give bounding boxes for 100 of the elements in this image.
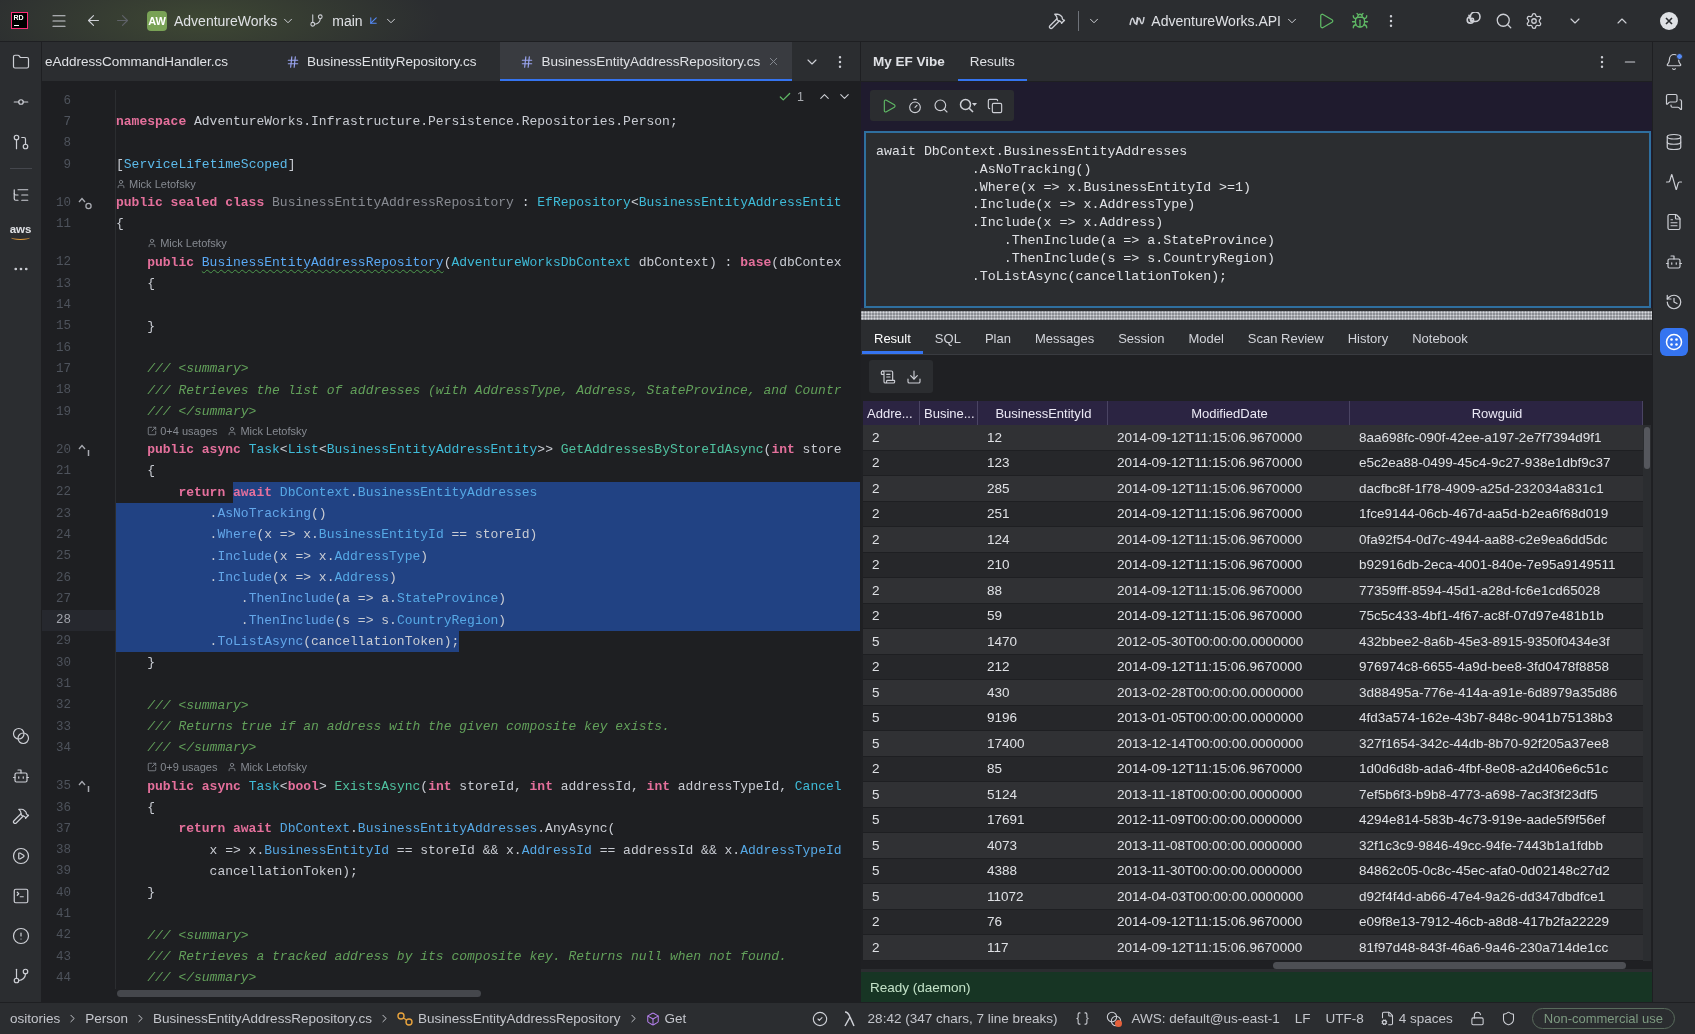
hammer-icon[interactable] xyxy=(1048,11,1067,30)
encoding[interactable]: UTF-8 xyxy=(1325,1011,1364,1026)
editor-tab[interactable]: BusinessEntityAddressRepository.cs xyxy=(500,42,793,81)
settings-icon[interactable] xyxy=(1525,11,1543,30)
table-cell-text: 2014-09-12T11:15:06.9670000 xyxy=(1116,581,1304,600)
robot-icon[interactable] xyxy=(11,767,30,785)
robot-icon[interactable] xyxy=(1665,253,1683,271)
branch-selector[interactable]: main xyxy=(332,12,363,29)
horizontal-scrollbar[interactable] xyxy=(1273,961,1626,969)
folder-icon[interactable] xyxy=(11,53,30,71)
play-circle-icon[interactable] xyxy=(11,847,30,865)
wave-icon[interactable] xyxy=(1129,15,1146,26)
shield-icon[interactable] xyxy=(1500,1011,1516,1026)
line-number: 31 xyxy=(55,677,71,692)
caret-bar-icon[interactable] xyxy=(78,779,92,794)
file-gear-icon[interactable] xyxy=(1379,1011,1395,1026)
result-tab[interactable]: Session xyxy=(1106,323,1177,354)
person-icon xyxy=(227,762,238,773)
result-tab[interactable]: History xyxy=(1335,323,1401,354)
author-hint[interactable]: Mick Letofsky xyxy=(240,424,308,437)
result-tab[interactable]: Result xyxy=(862,323,923,354)
search-icon[interactable] xyxy=(933,97,949,114)
search-caret-icon[interactable] xyxy=(959,97,977,114)
table-cell-text: 2 xyxy=(871,607,881,626)
search-icon[interactable] xyxy=(1495,11,1513,30)
hammer-icon[interactable] xyxy=(11,807,30,825)
indent-setting[interactable]: 4 spaces xyxy=(1398,1011,1453,1026)
branch-icon[interactable] xyxy=(309,13,325,28)
document-icon[interactable] xyxy=(1665,213,1683,231)
overlapping-circles-icon[interactable] xyxy=(1106,1010,1123,1027)
copy-icon[interactable] xyxy=(987,97,1003,114)
result-tab[interactable]: Messages xyxy=(1022,323,1107,354)
editor-tab[interactable]: eAddressCommandHandler.cs xyxy=(42,42,263,81)
history-icon[interactable] xyxy=(1665,293,1683,311)
person-icon xyxy=(116,178,126,189)
aws-profile[interactable]: AWS: default@us-east-1 xyxy=(1131,1011,1280,1026)
bug-icon[interactable] xyxy=(1351,11,1369,30)
overlapping-circles-icon[interactable] xyxy=(11,727,30,745)
result-tab[interactable]: Model xyxy=(1176,323,1236,354)
terminal-icon[interactable] xyxy=(11,887,30,905)
line-number: 14 xyxy=(55,298,71,312)
table-cell-text: 4fd3a574-162e-43b7-848c-9041b75138b3 xyxy=(1358,709,1614,728)
result-tab[interactable]: SQL xyxy=(922,323,973,354)
author-hint[interactable]: Mick Letofsky xyxy=(240,761,308,774)
timer-icon[interactable] xyxy=(907,97,923,114)
table-cell-text: 11072 xyxy=(986,887,1025,906)
vertical-scrollbar[interactable] xyxy=(1644,427,1650,469)
usages-hint[interactable]: 0+4 usages xyxy=(160,424,218,437)
play-icon[interactable] xyxy=(1317,11,1335,30)
splitter-handle[interactable] xyxy=(861,311,1652,320)
table-cell-text: 5 xyxy=(871,836,881,855)
tree-list-icon[interactable] xyxy=(11,186,30,204)
caret-position[interactable]: 28:42 (347 chars, 7 line breaks) xyxy=(867,1011,1058,1026)
code-text: [ServiceLifetimeScoped] xyxy=(116,155,296,174)
aws-logo[interactable]: aws xyxy=(9,224,32,240)
play-icon[interactable] xyxy=(881,97,897,114)
pulse-icon[interactable] xyxy=(1665,173,1683,191)
breadcrumb[interactable]: Person xyxy=(85,1011,129,1026)
bell-icon[interactable] xyxy=(1665,53,1683,71)
breadcrumb[interactable]: BusinessEntityAddressRepository xyxy=(417,1011,621,1026)
lambda-icon[interactable] xyxy=(842,1010,856,1027)
breadcrumb[interactable]: Get xyxy=(664,1011,687,1026)
close-icon[interactable] xyxy=(1660,11,1678,30)
selected-code: .ThenInclude(s => s.CountryRegion) xyxy=(116,609,860,631)
database-icon[interactable] xyxy=(1665,133,1683,151)
result-tab[interactable]: Notebook xyxy=(1400,323,1480,354)
chat-bubbles-icon[interactable] xyxy=(1665,93,1683,111)
run-configuration-selector[interactable]: AdventureWorks.API xyxy=(1151,12,1281,29)
caret-circle-icon[interactable] xyxy=(78,195,92,210)
alert-icon[interactable] xyxy=(11,927,30,945)
line-ending[interactable]: LF xyxy=(1294,1011,1311,1026)
table-cell-text: 2 xyxy=(871,938,881,957)
branch-icon[interactable] xyxy=(11,967,30,985)
unlocked-icon[interactable] xyxy=(1469,1011,1485,1026)
panel-tab[interactable]: Results xyxy=(957,42,1027,81)
table-cell-text: 77359fff-8594-45d1-a28d-fc6e1cd65028 xyxy=(1358,581,1602,600)
caret-bar-icon[interactable] xyxy=(78,442,92,457)
inspection-count[interactable]: 1 xyxy=(797,89,804,104)
breadcrumb[interactable]: ositories xyxy=(10,1011,61,1026)
braces-icon[interactable] xyxy=(1075,1011,1091,1026)
check-circle-icon[interactable] xyxy=(811,1010,828,1027)
result-tab[interactable]: Plan xyxy=(972,323,1023,354)
author-hint[interactable]: Mick Letofsky xyxy=(129,177,196,190)
pull-request-icon[interactable] xyxy=(11,133,30,151)
usages-hint[interactable]: 0+9 usages xyxy=(160,761,218,774)
result-tab[interactable]: Scan Review xyxy=(1235,323,1336,354)
hash-icon xyxy=(286,54,301,69)
table-cell-text: 3d88495a-776e-414a-a91e-6d8979a35d86 xyxy=(1358,683,1619,702)
query-editor[interactable]: await DbContext.BusinessEntityAddresses .AsNoTracking() .Where(x => x.BusinessEntityId >=1) .Include(x => x.AddressType) .Include(x => x.Address) .ThenInclude(a => a.StateProvince) .ThenInclude(s => s.CountryRegion) .ToListAsync(cancellationToken); xyxy=(864,131,1651,308)
line-number: 35 xyxy=(55,779,71,794)
table-cell-text: 2014-09-12T11:15:06.9670000 xyxy=(1116,607,1304,626)
download-icon[interactable] xyxy=(906,368,922,385)
table-cell-text: 5 xyxy=(871,683,881,702)
document-icon[interactable] xyxy=(880,368,896,385)
author-hint[interactable]: Mick Letofsky xyxy=(160,237,227,250)
project-selector[interactable]: AdventureWorks xyxy=(174,12,278,29)
editor-tab[interactable]: BusinessEntityRepository.cs xyxy=(262,42,501,81)
horizontal-scrollbar[interactable] xyxy=(117,989,481,997)
breadcrumb[interactable]: BusinessEntityAddressRepository.cs xyxy=(153,1011,372,1026)
line-number: 30 xyxy=(55,655,71,670)
